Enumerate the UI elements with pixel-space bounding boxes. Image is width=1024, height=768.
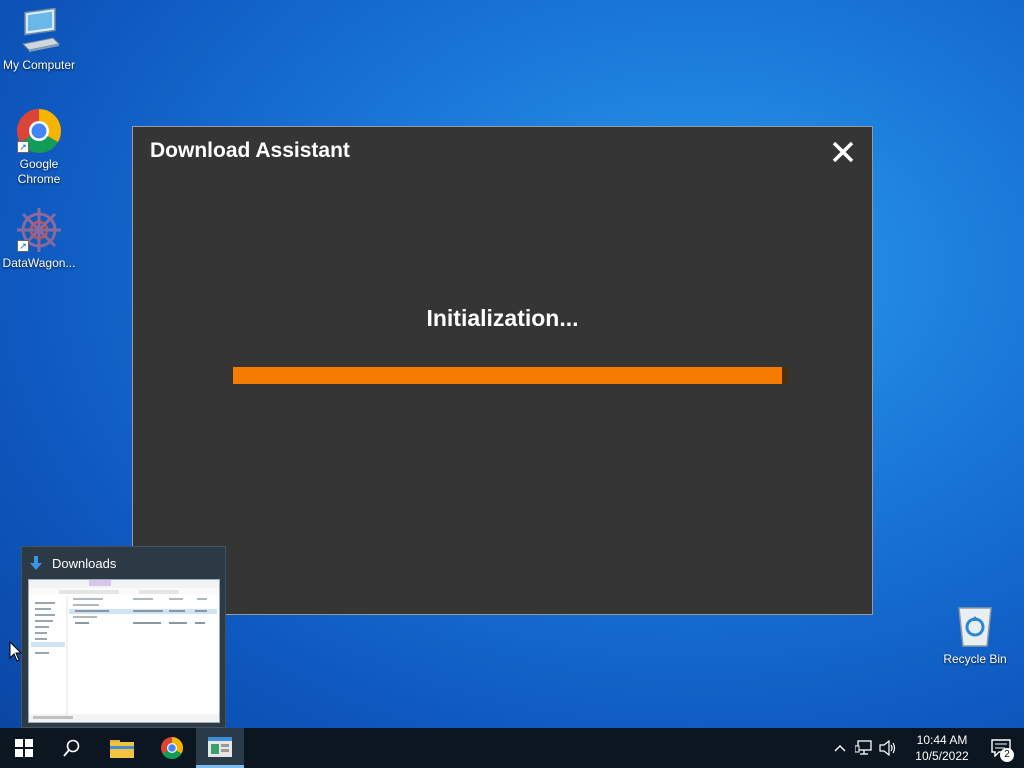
download-arrow-icon <box>30 556 42 570</box>
show-hidden-icons-button[interactable] <box>828 728 852 768</box>
mouse-cursor-icon <box>9 641 23 662</box>
start-button[interactable] <box>0 728 48 768</box>
taskbar-chrome[interactable] <box>148 728 196 768</box>
desktop-icon-google-chrome[interactable]: ↗ Google Chrome <box>0 107 78 187</box>
taskbar-thumbnail-preview[interactable]: Downloads <box>21 546 226 728</box>
notification-count-badge: 2 <box>1000 748 1014 762</box>
taskbar-file-explorer[interactable] <box>98 728 146 768</box>
thumbnail-header: Downloads <box>28 553 116 573</box>
download-assistant-dialog: Download Assistant Initialization... <box>132 126 873 615</box>
chrome-icon: ↗ <box>15 107 63 155</box>
recycle-bin-icon <box>951 602 999 650</box>
file-explorer-icon <box>110 740 134 758</box>
desktop: My Computer ↗ Google Chrome ↗ DataWagon.… <box>0 0 1024 728</box>
speaker-icon <box>879 740 896 756</box>
volume-button[interactable] <box>876 728 900 768</box>
network-button[interactable] <box>852 728 876 768</box>
taskbar-active-app[interactable] <box>196 728 244 768</box>
shortcut-arrow-icon: ↗ <box>17 141 29 153</box>
desktop-icon-label: DataWagon... <box>2 256 76 270</box>
thumbnail-window-image <box>28 579 220 723</box>
search-icon <box>63 739 80 757</box>
shortcut-arrow-icon: ↗ <box>17 240 29 252</box>
close-button[interactable] <box>830 139 856 165</box>
action-center-button[interactable]: 2 <box>978 728 1024 768</box>
desktop-icon-label: Recycle Bin <box>943 652 1007 666</box>
desktop-icon-label: Google Chrome <box>17 157 61 186</box>
thumbnail-title: Downloads <box>52 555 117 571</box>
close-icon <box>832 141 854 163</box>
taskbar-clock[interactable]: 10:44 AM 10/5/2022 <box>906 732 978 764</box>
search-button[interactable] <box>48 728 96 768</box>
chrome-icon <box>161 737 183 759</box>
status-text: Initialization... <box>426 305 579 331</box>
desktop-icon-datawagon[interactable]: ↗ DataWagon... <box>0 206 78 271</box>
desktop-icon-recycle-bin[interactable]: Recycle Bin <box>936 602 1014 667</box>
clock-date: 10/5/2022 <box>915 749 969 763</box>
desktop-icon-my-computer[interactable]: My Computer <box>0 7 78 73</box>
progress-fill <box>233 367 783 384</box>
system-tray: 10:44 AM 10/5/2022 2 <box>828 728 1024 768</box>
dialog-title: Download Assistant <box>150 139 350 162</box>
clock-time: 10:44 AM <box>916 733 968 747</box>
datawagon-icon: ↗ <box>15 206 63 254</box>
progress-bar <box>233 367 788 384</box>
computer-icon <box>15 7 63 56</box>
network-icon <box>855 740 872 755</box>
windows-start-icon <box>15 739 33 757</box>
app-window-icon <box>208 736 232 757</box>
desktop-icon-label: My Computer <box>2 58 76 72</box>
taskbar: 10:44 AM 10/5/2022 2 <box>0 728 1024 768</box>
chevron-up-icon <box>834 745 846 752</box>
